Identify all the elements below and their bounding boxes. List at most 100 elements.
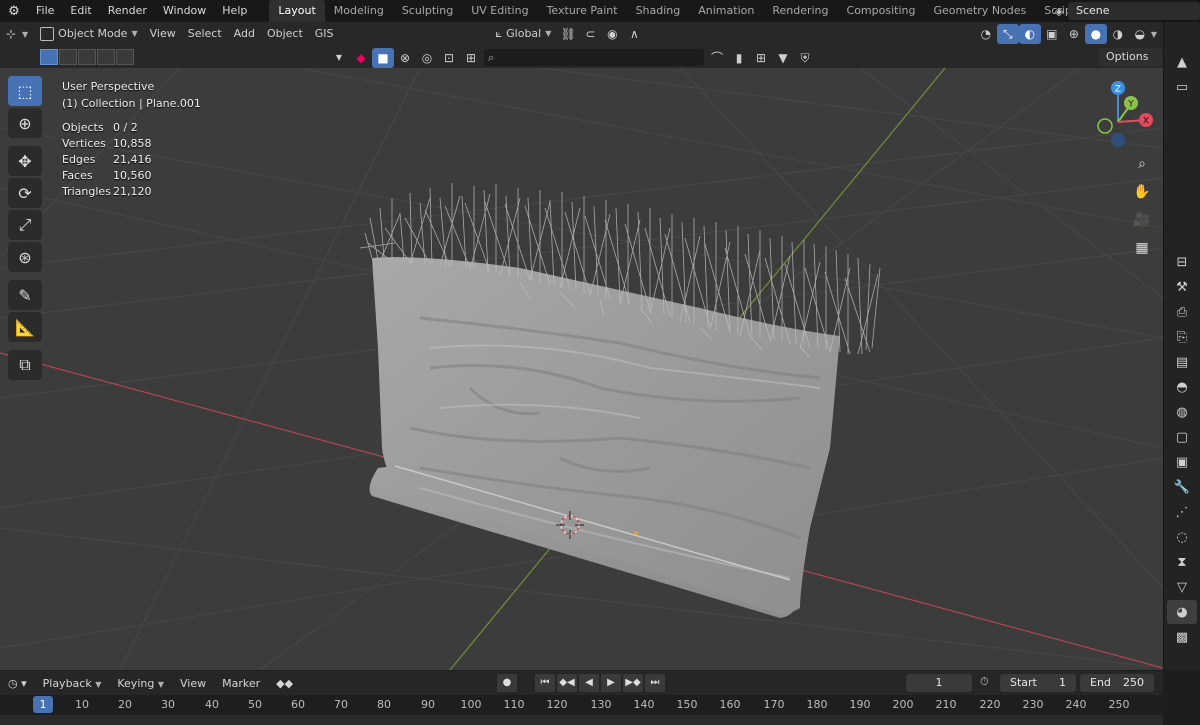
editor-type-icon[interactable]: ⊹ [0, 24, 22, 44]
filter-icon[interactable]: ▼ [772, 48, 794, 68]
end-frame-field[interactable]: End 250 [1080, 674, 1154, 692]
record-icon[interactable]: ● [497, 674, 517, 692]
current-frame-indicator[interactable]: 1 [33, 696, 53, 713]
filter-empty-icon[interactable]: ⊞ [460, 48, 482, 68]
tab-geometry-nodes[interactable]: Geometry Nodes [924, 0, 1035, 22]
zoom-icon[interactable]: ⌕ [1130, 152, 1154, 176]
filter-light-icon[interactable]: ◎ [416, 48, 438, 68]
pan-hand-icon[interactable]: ✋ [1130, 180, 1154, 204]
scene-tab-icon[interactable]: ◓ [1167, 375, 1197, 399]
material-tab-icon[interactable]: ◕ [1167, 600, 1197, 624]
filter-mesh-icon[interactable]: ■ [372, 48, 394, 68]
jump-start-icon[interactable]: ⏮ [535, 674, 555, 692]
panel-collapse-icon[interactable]: ▭ [1167, 75, 1197, 99]
chevron-down-icon[interactable]: ▼ [1151, 30, 1157, 39]
tab-layout[interactable]: Layout [269, 0, 325, 22]
menu-marker[interactable]: Marker [214, 677, 268, 690]
menu-view[interactable]: View [144, 24, 182, 44]
editor-type-icon[interactable]: ⊟ [1167, 250, 1197, 274]
particles-tab-icon[interactable]: ⋰ [1167, 500, 1197, 524]
bookmark-icon[interactable]: ⌒ [706, 48, 728, 68]
filter-camera-icon[interactable]: ⊡ [438, 48, 460, 68]
select-invert-icon[interactable] [97, 49, 115, 65]
search-input[interactable]: ⌕ [484, 49, 704, 66]
tab-modeling[interactable]: Modeling [325, 0, 393, 22]
scene-name-field[interactable]: Scene [1068, 2, 1200, 20]
options-button[interactable]: Options ▼ [1098, 48, 1163, 80]
stopwatch-icon[interactable]: ⏱ [980, 675, 989, 689]
falloff-icon[interactable]: ∧ [623, 24, 645, 44]
scale-tool-icon[interactable]: ⤢ [8, 210, 42, 240]
select-new-icon[interactable] [40, 49, 58, 65]
data-tab-icon[interactable]: ▽ [1167, 575, 1197, 599]
material-shading-icon[interactable]: ◑ [1107, 24, 1129, 44]
xray-icon[interactable]: ▣ [1041, 24, 1063, 44]
modifier-tab-icon[interactable]: 🔧 [1167, 475, 1197, 499]
collection-tab-icon[interactable]: ▢ [1167, 425, 1197, 449]
play-reverse-icon[interactable]: ◀ [579, 674, 599, 692]
camera-view-icon[interactable]: 🎥 [1130, 208, 1154, 232]
shield-icon[interactable]: ⛨ [794, 48, 816, 68]
object-tab-icon[interactable]: ▣ [1167, 450, 1197, 474]
menu-playback[interactable]: Playback ▼ [35, 677, 110, 690]
pivot-point-icon[interactable]: ⛓ [557, 24, 579, 44]
output-tab-icon[interactable]: ⎘ [1167, 325, 1197, 349]
menu-add[interactable]: Add [228, 24, 261, 44]
select-box-tool-icon[interactable]: ⬚ [8, 76, 42, 106]
snap-icon[interactable]: ⊂ [579, 24, 601, 44]
current-frame-field[interactable]: 1 [906, 674, 972, 692]
overlay-toggle-icon[interactable]: ◐ [1018, 24, 1041, 44]
scene-selector[interactable]: ◈ Scene [1050, 1, 1200, 21]
bookmark-filled-icon[interactable]: ▮ [728, 48, 750, 68]
menu-select[interactable]: Select [182, 24, 228, 44]
physics-tab-icon[interactable]: ◌ [1167, 525, 1197, 549]
timeline-editor-icon[interactable]: ◷ ▾ [0, 677, 35, 690]
tool-tab-icon[interactable]: ⚒ [1167, 275, 1197, 299]
mode-dropdown[interactable]: Object Mode ▼ [34, 24, 143, 44]
tab-shading[interactable]: Shading [627, 0, 690, 22]
menu-help[interactable]: Help [214, 0, 255, 22]
move-tool-icon[interactable]: ✥ [8, 146, 42, 176]
start-frame-field[interactable]: Start 1 [1000, 674, 1076, 692]
menu-window[interactable]: Window [155, 0, 214, 22]
jump-end-icon[interactable]: ⏭ [645, 674, 665, 692]
rendered-shading-icon[interactable]: ◒ [1129, 24, 1151, 44]
menu-keying[interactable]: Keying ▼ [109, 677, 172, 690]
measure-tool-icon[interactable]: 📐 [8, 312, 42, 342]
blender-logo-icon[interactable]: ⚙ [0, 4, 28, 19]
transform-tool-icon[interactable]: ⊛ [8, 242, 42, 272]
select-extend-icon[interactable] [59, 49, 77, 65]
menu-object[interactable]: Object [261, 24, 309, 44]
ortho-grid-icon[interactable]: ▦ [1130, 236, 1154, 260]
keyframe-icon[interactable]: ◆◆ [268, 677, 301, 690]
select-subtract-icon[interactable] [78, 49, 96, 65]
tab-animation[interactable]: Animation [689, 0, 763, 22]
rotate-tool-icon[interactable]: ⟳ [8, 178, 42, 208]
menu-timeline-view[interactable]: View [172, 677, 214, 690]
gizmo-toggle-icon[interactable]: ⤡ [996, 24, 1019, 44]
wireframe-shading-icon[interactable]: ⊕ [1063, 24, 1085, 44]
color-picker-icon[interactable]: ◆ [350, 48, 372, 68]
annotate-tool-icon[interactable]: ✎ [8, 280, 42, 310]
select-intersect-icon[interactable] [116, 49, 134, 65]
tab-texture-paint[interactable]: Texture Paint [538, 0, 627, 22]
constraints-tab-icon[interactable]: ⧗ [1167, 550, 1197, 574]
frame-ruler[interactable]: 1 10 20 30 40 50 60 70 80 90 100 110 120… [0, 695, 1163, 715]
render-tab-icon[interactable]: ⎙ [1167, 300, 1197, 324]
menu-render[interactable]: Render [100, 0, 155, 22]
filter-curve-icon[interactable]: ⊗ [394, 48, 416, 68]
timeline-body[interactable] [0, 715, 1163, 725]
menu-gis[interactable]: GIS [309, 24, 340, 44]
play-icon[interactable]: ▶ [601, 674, 621, 692]
proportional-edit-icon[interactable]: ◉ [601, 24, 623, 44]
next-keyframe-icon[interactable]: ▶◆ [623, 674, 643, 692]
tab-compositing[interactable]: Compositing [838, 0, 925, 22]
layout-icon[interactable]: ⊞ [750, 48, 772, 68]
3d-viewport[interactable]: User Perspective (1) Collection | Plane.… [0, 68, 1163, 670]
cursor-tool-icon[interactable]: ⊕ [8, 108, 42, 138]
navigation-gizmo[interactable]: Z Y X [1078, 78, 1158, 158]
solid-shading-icon[interactable]: ● [1084, 24, 1107, 44]
tab-rendering[interactable]: Rendering [763, 0, 837, 22]
tab-sculpting[interactable]: Sculpting [393, 0, 462, 22]
add-cube-tool-icon[interactable]: ⧉ [8, 350, 42, 380]
